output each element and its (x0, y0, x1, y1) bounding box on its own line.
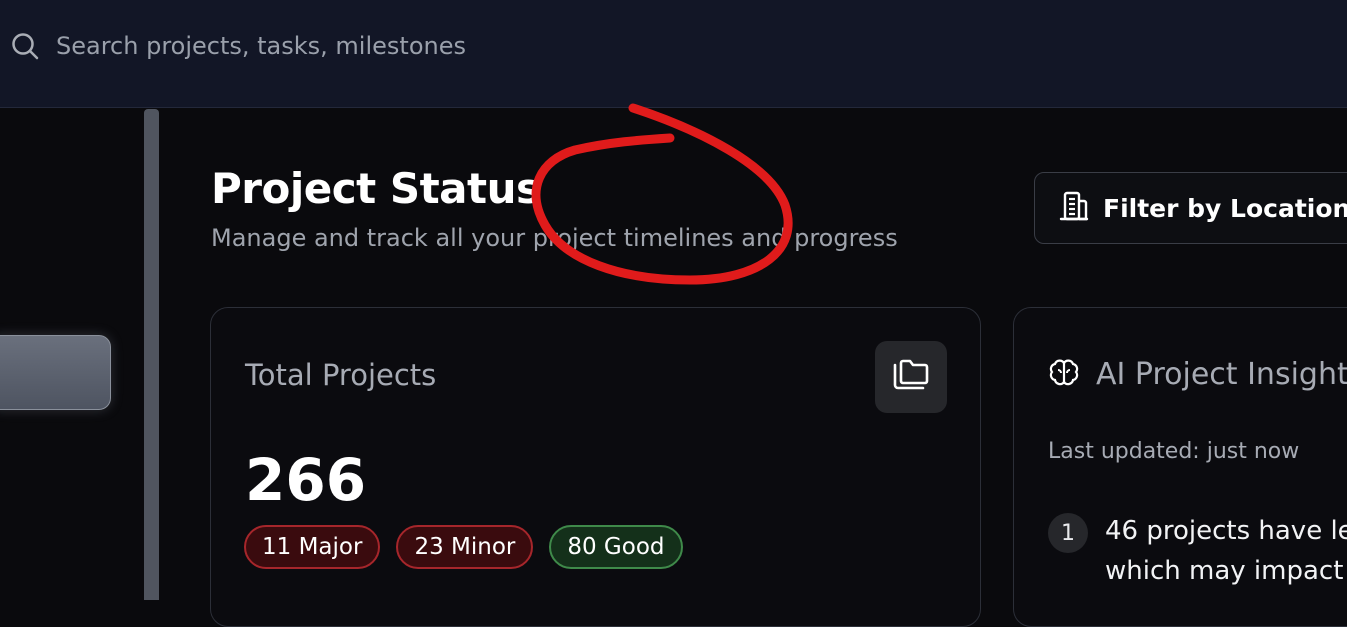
search-input[interactable] (56, 32, 506, 60)
insight-text-line: 46 projects have le (1105, 516, 1347, 546)
brain-icon (1048, 356, 1080, 392)
ai-insights-card: AI Project Insights Last updated: just n… (1013, 307, 1347, 627)
building-icon (1059, 190, 1089, 226)
insight-text-line: which may impact (1105, 556, 1344, 586)
page-title: Project Status (211, 164, 541, 213)
sidebar-item-active[interactable] (0, 335, 111, 410)
total-projects-card: Total Projects 266 11 Major 23 Minor 80 … (210, 307, 981, 627)
top-bar (0, 0, 1347, 108)
insight-text: 46 projects have le which may impact (1105, 511, 1347, 591)
filter-by-location-button[interactable]: Filter by Location (1034, 172, 1347, 244)
sidebar-scrollbar[interactable] (144, 109, 159, 600)
total-projects-title: Total Projects (245, 358, 437, 392)
status-badges: 11 Major 23 Minor 80 Good (244, 525, 683, 569)
last-updated-text: Last updated: just now (1048, 439, 1300, 464)
folders-icon (891, 357, 931, 397)
total-projects-count: 266 (245, 446, 367, 514)
ai-insights-header: AI Project Insights (1048, 356, 1347, 392)
search-icon (10, 31, 40, 61)
page-subtitle: Manage and track all your project timeli… (211, 224, 898, 252)
filter-button-label: Filter by Location (1103, 193, 1347, 223)
ai-insights-title: AI Project Insights (1096, 356, 1347, 392)
folders-icon-box (875, 341, 947, 413)
search-bar[interactable] (10, 26, 530, 66)
badge-major[interactable]: 11 Major (244, 525, 381, 569)
badge-minor[interactable]: 23 Minor (396, 525, 534, 569)
badge-good[interactable]: 80 Good (549, 525, 683, 569)
sidebar (0, 109, 162, 600)
insight-number: 1 (1048, 513, 1088, 553)
